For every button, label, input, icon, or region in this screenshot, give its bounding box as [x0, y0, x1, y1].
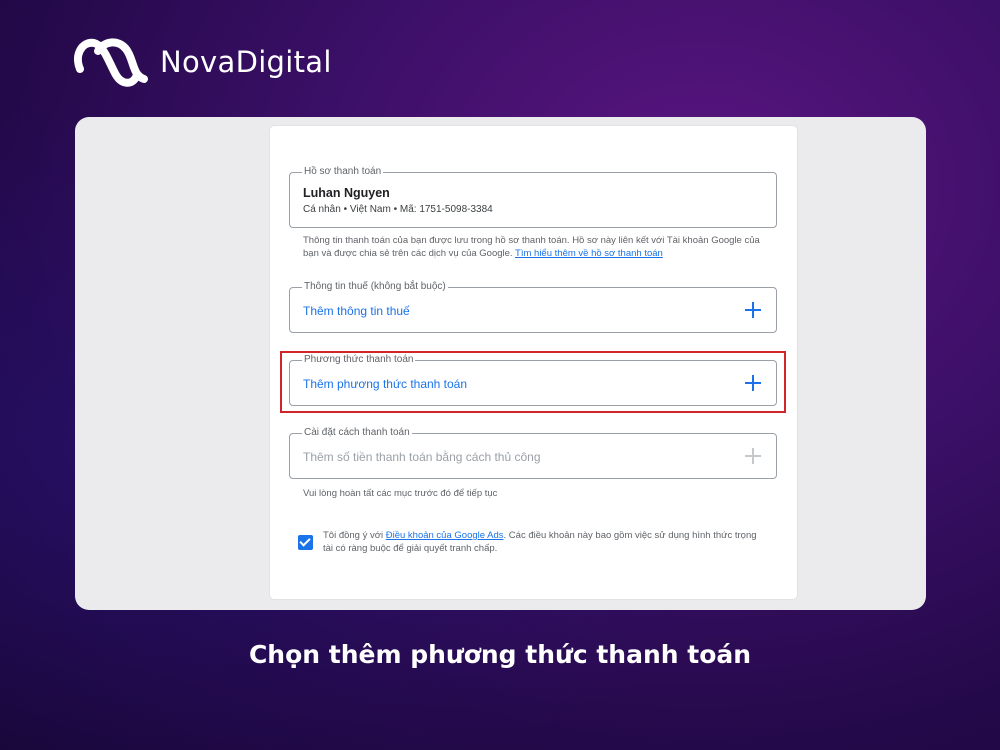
nova-loops-logo-icon: [74, 38, 148, 87]
add-tax-info-button[interactable]: Thêm thông tin thuế: [303, 304, 410, 318]
profile-name: Luhan Nguyen: [303, 186, 390, 200]
billing-profile-legend: Hồ sơ thanh toán: [302, 166, 384, 178]
payment-method-field[interactable]: Phương thức thanh toán Thêm phương thức …: [289, 354, 777, 406]
learn-more-link[interactable]: Tìm hiểu thêm về hồ sơ thanh toán: [515, 248, 663, 259]
plus-icon: [744, 447, 762, 465]
plus-icon[interactable]: [744, 301, 762, 319]
profile-meta: Cá nhân • Việt Nam • Mã: 1751-5098-3384: [303, 204, 493, 215]
payment-method-legend: Phương thức thanh toán: [302, 354, 416, 366]
terms-checkbox[interactable]: [298, 535, 313, 550]
billing-profile-note: Thông tin thanh toán của bạn được lưu tr…: [303, 234, 773, 260]
payment-settings-legend: Cài đặt cách thanh toán: [302, 427, 412, 439]
tax-info-field[interactable]: Thông tin thuế (không bắt buộc) Thêm thô…: [289, 281, 777, 333]
terms-agreement: Tôi đồng ý với Điều khoản của Google Ads…: [298, 529, 768, 555]
terms-prefix: Tôi đồng ý với: [323, 530, 384, 541]
screenshot-panel: Hồ sơ thanh toán Luhan Nguyen Cá nhân • …: [75, 117, 926, 610]
terms-text: Tôi đồng ý với Điều khoản của Google Ads…: [323, 529, 768, 555]
add-payment-method-button[interactable]: Thêm phương thức thanh toán: [303, 377, 467, 391]
caption: Chọn thêm phương thức thanh toán: [248, 640, 752, 669]
tax-info-legend: Thông tin thuế (không bắt buộc): [302, 281, 448, 293]
brand-name: NovaDigital: [160, 45, 332, 79]
payment-settings-note: Vui lòng hoàn tất các mục trước đó để ti…: [303, 488, 498, 499]
plus-icon[interactable]: [744, 374, 762, 392]
billing-form: Hồ sơ thanh toán Luhan Nguyen Cá nhân • …: [270, 126, 797, 599]
payment-settings-field: Cài đặt cách thanh toán Thêm số tiền tha…: [289, 427, 777, 479]
terms-link[interactable]: Điều khoản của Google Ads: [386, 530, 504, 541]
billing-profile-field[interactable]: Hồ sơ thanh toán Luhan Nguyen Cá nhân • …: [289, 166, 777, 228]
add-manual-payment-button: Thêm số tiền thanh toán bằng cách thủ cô…: [303, 450, 541, 464]
brand-header: NovaDigital: [74, 34, 332, 90]
